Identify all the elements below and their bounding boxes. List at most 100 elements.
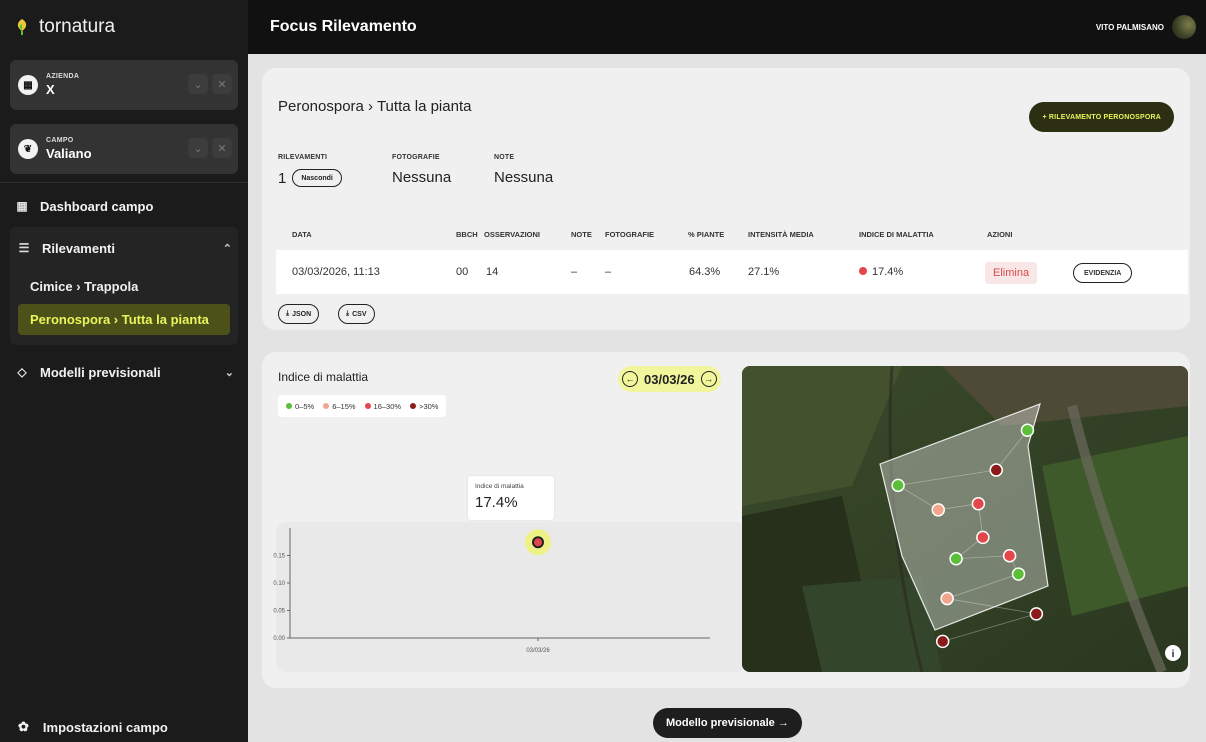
column-header: INDICE DI MALATTIA [859,230,934,239]
y-tick-label: 0.15 [273,554,285,560]
brand-name: tornatura [39,16,116,37]
column-header: OSSERVAZIONI [484,230,540,239]
sidebar-item-peronospora[interactable]: Peronospora › Tutta la pianta [18,304,230,335]
map-sample-point[interactable] [989,463,1003,477]
map-sample-point[interactable] [940,591,954,606]
map-sample-point[interactable] [931,503,945,517]
column-header: FOTOGRAFIE [605,230,655,239]
metric-value: 1 [278,169,287,187]
leaf-logo-icon [17,19,27,35]
nav-rilevamenti-label: Rilevamenti [42,240,115,256]
y-tick-label: 0.10 [273,581,285,587]
map-sample-point[interactable] [891,478,905,493]
map-svg: i [742,366,1188,672]
metric-fotografie: FOTOGRAFIE Nessuna [392,154,451,186]
nav-settings-label: Impostazioni campo [42,719,168,735]
field-map[interactable]: i [742,366,1188,672]
map-sample-point[interactable] [949,552,963,566]
azienda-value: X [46,81,55,97]
avatar [1172,15,1196,39]
cell-osservazioni: 14 [486,266,499,278]
column-header: INTENSITÀ MEDIA [748,230,814,239]
chevron-down-icon[interactable]: ⌄ [188,138,208,158]
main-content: Peronospora › Tutta la pianta + RILEVAME… [248,54,1206,742]
metric-value: Nessuna [392,169,452,186]
cell-note: – [571,266,578,278]
download-icon: ⤓ [286,310,290,317]
topbar: Focus Rilevamento VITO PALMISANO [248,0,1206,54]
nav-group-rilevamenti: ☰ Rilevamenti ⌃ Cimice › Trappola Perono… [10,227,238,345]
app: tornatura ▦ AZIENDA X ⌄ ✕ ❦ CAMPO Valian… [0,0,1206,742]
close-icon[interactable]: ✕ [212,74,232,94]
summary-title: Peronospora › Tutta la pianta [278,98,472,115]
nav-rilevamenti[interactable]: ☰ Rilevamenti ⌃ [10,227,238,269]
map-sample-point[interactable] [971,496,986,511]
diamond-icon: ◇ [17,365,27,379]
column-header: DATA [292,230,312,239]
map-sample-point[interactable] [976,530,990,545]
y-tick-label: 0.05 [273,609,285,615]
cell-bbch: 00 [456,266,469,278]
forecast-model-button[interactable]: Modello previsionale → [653,708,802,738]
nav-modelli-label: Modelli previsionali [40,364,161,380]
download-csv-label: CSV [352,310,367,318]
nav-settings[interactable]: ✿ Impostazioni campo [0,712,248,742]
azienda-label: AZIENDA [46,73,80,80]
column-header: BBCH [456,230,478,239]
highlight-button[interactable]: EVIDENZIA [1073,263,1133,283]
map-sample-point[interactable] [1011,567,1026,581]
add-rilevamento-button[interactable]: + RILEVAMENTO PERONOSPORA [1029,102,1174,132]
metric-value: Nessuna [494,169,554,186]
y-tick-label: 0.00 [273,636,285,642]
x-tick-label: 03/03/26 [526,648,550,654]
column-header: % PIANTE [688,230,725,239]
map-sample-point[interactable] [1002,548,1017,563]
sidebar-item-cimice[interactable]: Cimice › Trappola [18,271,230,302]
data-point [532,536,544,549]
chevron-down-icon[interactable]: ⌄ [188,74,208,94]
cell-fotografie: – [605,266,612,278]
close-icon[interactable]: ✕ [212,138,232,158]
chevron-down-icon: ⌄ [224,366,234,379]
map-sample-point[interactable] [935,634,950,649]
download-icon: ⤓ [346,310,350,317]
brand[interactable]: tornatura [0,0,248,54]
campo-selector[interactable]: ❦ CAMPO Valiano ⌄ ✕ [10,124,238,174]
download-json-button[interactable]: ⤓ JSON [278,304,320,324]
metric-rilevamenti: RILEVAMENTI 1 Nascondi [278,154,342,187]
cell-indice: 17.4% [859,266,903,278]
page-title: Focus Rilevamento [270,18,417,35]
download-csv-button[interactable]: ⤓ CSV [338,304,375,324]
azienda-avatar: ▦ [18,75,38,95]
nav-modelli[interactable]: ◇ Modelli previsionali ⌄ [0,351,248,393]
cell-indice-value: 17.4% [872,266,904,278]
metric-label: RILEVAMENTI [278,154,328,161]
user-name: VITO PALMISANO [1095,22,1164,32]
cell-data: 03/03/2026, 11:13 [292,266,380,278]
chevron-up-icon: ⌃ [222,242,232,255]
user-menu[interactable]: VITO PALMISANO [1096,15,1206,39]
hide-button[interactable]: Nascondi [292,169,342,187]
column-header: NOTE [571,230,592,239]
campo-label: CAMPO [46,137,74,144]
nav-dashboard-label: Dashboard campo [40,198,154,214]
map-sample-point[interactable] [1029,607,1044,621]
table-header: DATA BBCH OSSERVAZIONI NOTE FOTOGRAFIE %… [278,230,1188,244]
tooltip-label: Indice di malattia [475,483,524,490]
metric-label: FOTOGRAFIE [392,154,440,161]
delete-button[interactable]: Elimina [985,262,1038,284]
download-json-label: JSON [292,310,312,318]
cell-intensita: 27.1% [748,266,780,278]
summary-card: Peronospora › Tutta la pianta + RILEVAME… [262,68,1190,330]
column-header: AZIONI [987,230,1013,239]
table-row[interactable]: 03/03/2026, 11:13 00 14 – – 64.3% 27.1% … [276,250,1188,294]
nav-dashboard[interactable]: ▦ Dashboard campo [0,185,248,227]
map-sample-point[interactable] [1020,423,1035,438]
campo-value: Valiano [46,145,92,161]
chart-card: Indice di malattia 0–5% 6–15% 16–30% >30… [262,352,1190,688]
metric-note: NOTE Nessuna [494,154,553,186]
status-dot-icon [859,267,867,275]
chart-tooltip: Indice di malattia 17.4% [468,476,554,520]
divider [0,182,248,183]
azienda-selector[interactable]: ▦ AZIENDA X ⌄ ✕ [10,60,238,110]
